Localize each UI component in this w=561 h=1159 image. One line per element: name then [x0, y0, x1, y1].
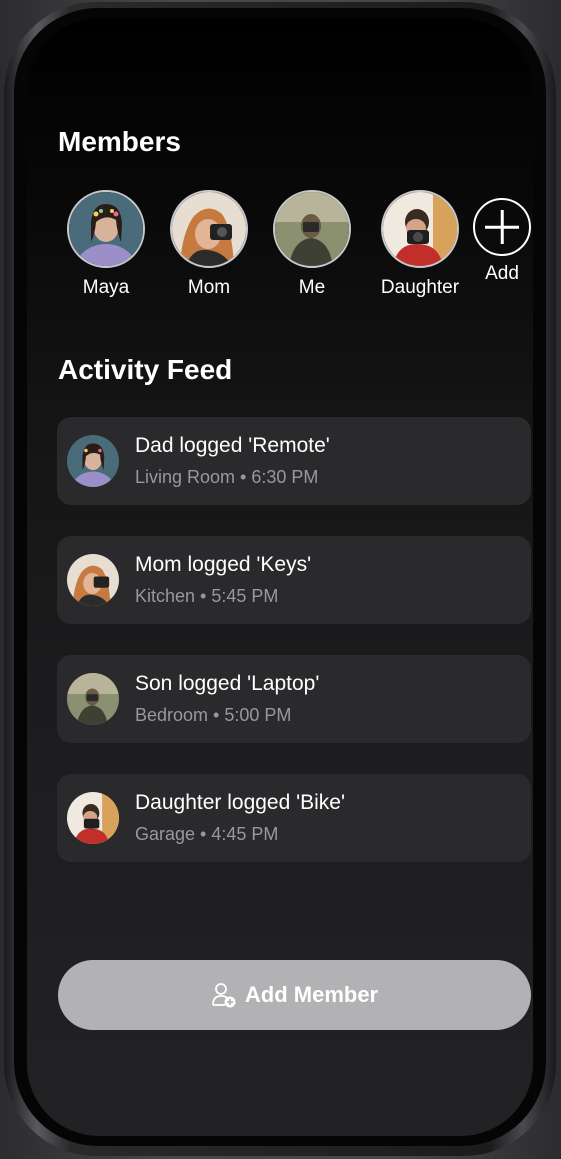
activity-title: Son logged 'Laptop': [135, 672, 320, 695]
activity-title: Dad logged 'Remote': [135, 434, 330, 457]
activity-subtitle: Bedroom • 5:00 PM: [135, 705, 292, 725]
add-member-label: Add Member: [244, 982, 379, 1007]
avatar: [67, 792, 119, 844]
member-maya[interactable]: Maya: [54, 190, 158, 299]
avatar-photo-mom: [172, 192, 246, 266]
avatar-photo-me: [275, 192, 349, 266]
person-add-icon: [211, 983, 236, 1008]
activity-subtitle: Kitchen • 5:45 PM: [135, 586, 279, 606]
member-me[interactable]: Me: [260, 190, 364, 299]
phone-frame: Members Maya Mom Me Daughter Add Activit…: [4, 2, 556, 1156]
avatar: [67, 554, 119, 606]
member-name: Maya: [82, 277, 130, 298]
activity-item[interactable]: Daughter logged 'Bike' Garage • 4:45 PM: [57, 774, 531, 862]
app-screen: Members Maya Mom Me Daughter Add Activit…: [27, 18, 533, 1136]
add-label: Add: [485, 263, 519, 284]
avatar: [67, 435, 119, 487]
activity-subtitle: Living Room • 6:30 PM: [135, 467, 319, 487]
add-member-shortcut[interactable]: Add: [471, 190, 533, 285]
avatar-photo-mom: [67, 554, 119, 606]
members-row: Maya Mom Me Daughter Add: [54, 190, 533, 310]
activity-subtitle: Garage • 4:45 PM: [135, 824, 279, 844]
avatar-photo-daughter: [383, 192, 457, 266]
avatar: [273, 190, 351, 268]
activity-title: Daughter logged 'Bike': [135, 791, 345, 814]
avatar-photo-me: [67, 673, 119, 725]
member-mom[interactable]: Mom: [157, 190, 261, 299]
phone-bezel: Members Maya Mom Me Daughter Add Activit…: [14, 8, 546, 1146]
member-name: Mom: [187, 277, 231, 298]
activity-item[interactable]: Dad logged 'Remote' Living Room • 6:30 P…: [57, 417, 531, 505]
activity-item[interactable]: Mom logged 'Keys' Kitchen • 5:45 PM: [57, 536, 531, 624]
avatar-photo-maya: [69, 192, 143, 266]
avatar: [381, 190, 459, 268]
avatar: [67, 190, 145, 268]
member-name: Me: [298, 277, 326, 298]
activity-title: Mom logged 'Keys': [135, 553, 312, 576]
activity-item[interactable]: Son logged 'Laptop' Bedroom • 5:00 PM: [57, 655, 531, 743]
add-member-button[interactable]: Add Member: [58, 960, 531, 1030]
avatar: [67, 673, 119, 725]
activity-feed-heading: Activity Feed: [58, 354, 233, 385]
members-heading: Members: [58, 126, 181, 157]
member-daughter[interactable]: Daughter: [368, 190, 472, 299]
avatar: [170, 190, 248, 268]
avatar-photo-daughter: [67, 792, 119, 844]
plus-circle-icon: [473, 198, 531, 256]
avatar-photo-maya: [67, 435, 119, 487]
member-name: Daughter: [380, 277, 460, 298]
